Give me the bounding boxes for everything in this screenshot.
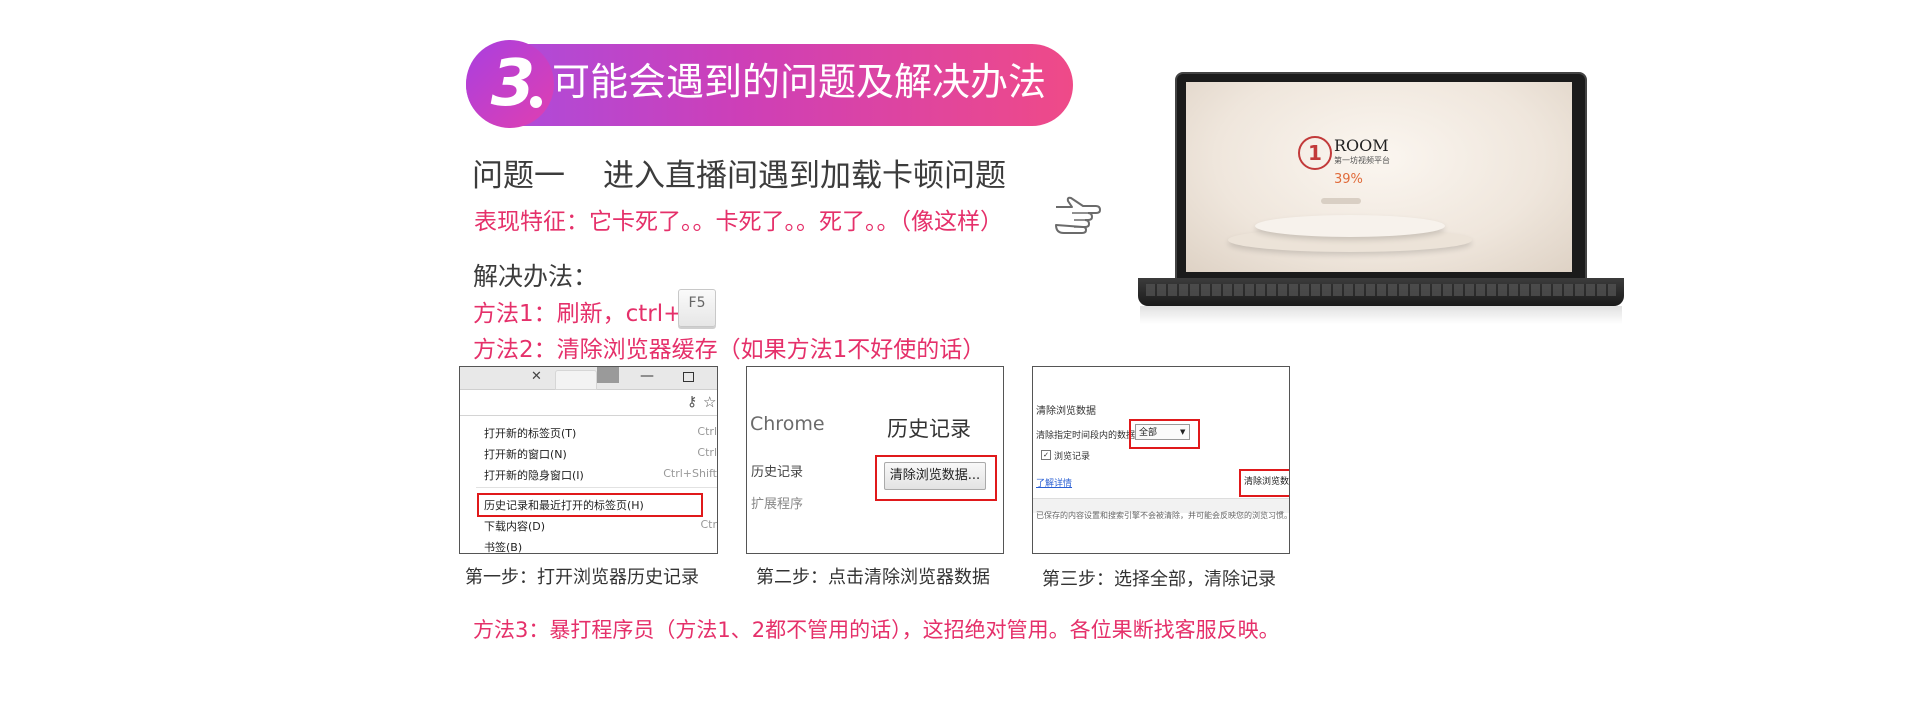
person-icon[interactable] bbox=[597, 367, 619, 383]
maximize-icon[interactable] bbox=[683, 372, 694, 382]
dialog-title: 清除浏览数据 bbox=[1036, 406, 1096, 417]
problem-heading: 问题一 进入直播间遇到加载卡顿问题 bbox=[472, 150, 1006, 195]
address-bar[interactable] bbox=[460, 391, 717, 416]
nav-extensions[interactable]: 扩展程序 bbox=[751, 493, 803, 512]
step2-caption: 第二步：点击清除浏览器数据 bbox=[756, 567, 990, 588]
clear-browsing-data-button[interactable]: 清除浏览数据... bbox=[884, 462, 986, 490]
menu-shortcut: Ctr bbox=[700, 518, 717, 531]
minimize-icon[interactable]: — bbox=[640, 368, 654, 384]
section-title: 可能会遇到的问题及解决办法 bbox=[552, 60, 1047, 104]
key-icon[interactable]: ⚷ bbox=[687, 394, 697, 410]
menu-divider bbox=[476, 487, 717, 488]
star-icon[interactable]: ☆ bbox=[703, 393, 716, 411]
menu-shortcut: Ctrl bbox=[697, 446, 717, 459]
step3-screenshot: 清除浏览数据 清除指定时间段内的数据 全部 ▼ ✓ 浏览记录 了解详情 清除浏览… bbox=[1032, 366, 1290, 554]
menu-item[interactable]: 下载内容(D) bbox=[484, 518, 545, 534]
section-number: 3 bbox=[490, 47, 536, 121]
method-2: 方法2：清除浏览器缓存（如果方法1不好使的话） bbox=[473, 337, 986, 363]
section-number-dot bbox=[530, 96, 542, 108]
range-label: 清除指定时间段内的数据 bbox=[1036, 431, 1136, 441]
chrome-wordmark: Chrome bbox=[750, 413, 825, 435]
history-checkbox-label: 浏览记录 bbox=[1054, 452, 1091, 462]
room-subtitle: 第一坊视频平台 bbox=[1334, 156, 1390, 165]
highlight-box bbox=[477, 493, 703, 517]
menu-item[interactable]: 打开新的标签页(T) bbox=[484, 425, 576, 441]
menu-shortcut: Ctrl+Shift bbox=[663, 467, 717, 480]
menu-item[interactable]: 书签(B) bbox=[484, 539, 522, 553]
dropdown-arrow-icon: ▼ bbox=[1180, 428, 1186, 436]
f5-key: F5 bbox=[678, 289, 716, 327]
history-heading: 历史记录 bbox=[887, 417, 971, 441]
dialog-footer-text: 已保存的内容设置和搜索引擎不会被清除，并可能会反映您的浏览习惯。 bbox=[1036, 511, 1290, 520]
menu-item[interactable]: 打开新的窗口(N) bbox=[484, 446, 567, 462]
close-icon[interactable]: ✕ bbox=[531, 369, 542, 384]
step2-screenshot: Chrome 历史记录 历史记录 扩展程序 清除浏览数据... bbox=[746, 366, 1004, 554]
problem-symptom: 表现特征：它卡死了。。卡死了。。死了。。（像这样） bbox=[474, 209, 1003, 235]
method-3: 方法3：暴打程序员（方法1、2都不管用的话），这招绝对管用。各位果断找客服反映。 bbox=[473, 618, 1280, 642]
stage-top bbox=[1255, 215, 1445, 237]
pointing-hand-icon bbox=[1055, 196, 1101, 234]
nav-history[interactable]: 历史记录 bbox=[751, 461, 803, 480]
new-tab[interactable] bbox=[555, 370, 597, 390]
room-brand: ROOM bbox=[1334, 136, 1389, 155]
laptop-shadow bbox=[1140, 306, 1622, 324]
laptop-keyboard-edge bbox=[1146, 284, 1616, 296]
check-icon[interactable]: ✓ bbox=[1041, 450, 1051, 460]
room-logo-icon: 1 bbox=[1298, 136, 1332, 170]
problem-label: 问题一 bbox=[472, 158, 565, 194]
step3-caption: 第三步：选择全部，清除记录 bbox=[1042, 569, 1276, 590]
menu-item[interactable]: 打开新的隐身窗口(I) bbox=[484, 467, 584, 483]
solution-label: 解决办法： bbox=[473, 262, 599, 291]
learn-more-link[interactable]: 了解详情 bbox=[1036, 476, 1072, 489]
menu-shortcut: Ctrl bbox=[697, 425, 717, 438]
method-1: 方法1：刷新，ctrl+ bbox=[473, 301, 683, 327]
problem-title: 进入直播间遇到加载卡顿问题 bbox=[603, 158, 1006, 194]
step1-caption: 第一步：打开浏览器历史记录 bbox=[465, 567, 699, 588]
step1-screenshot: ✕ — ⚷ ☆ 打开新的标签页(T) Ctrl 打开新的窗口(N) Ctrl 打… bbox=[459, 366, 718, 554]
clear-data-button[interactable]: 清除浏览数 bbox=[1244, 474, 1289, 487]
loading-progress: 39% bbox=[1334, 172, 1363, 187]
loading-indicator bbox=[1321, 198, 1361, 204]
